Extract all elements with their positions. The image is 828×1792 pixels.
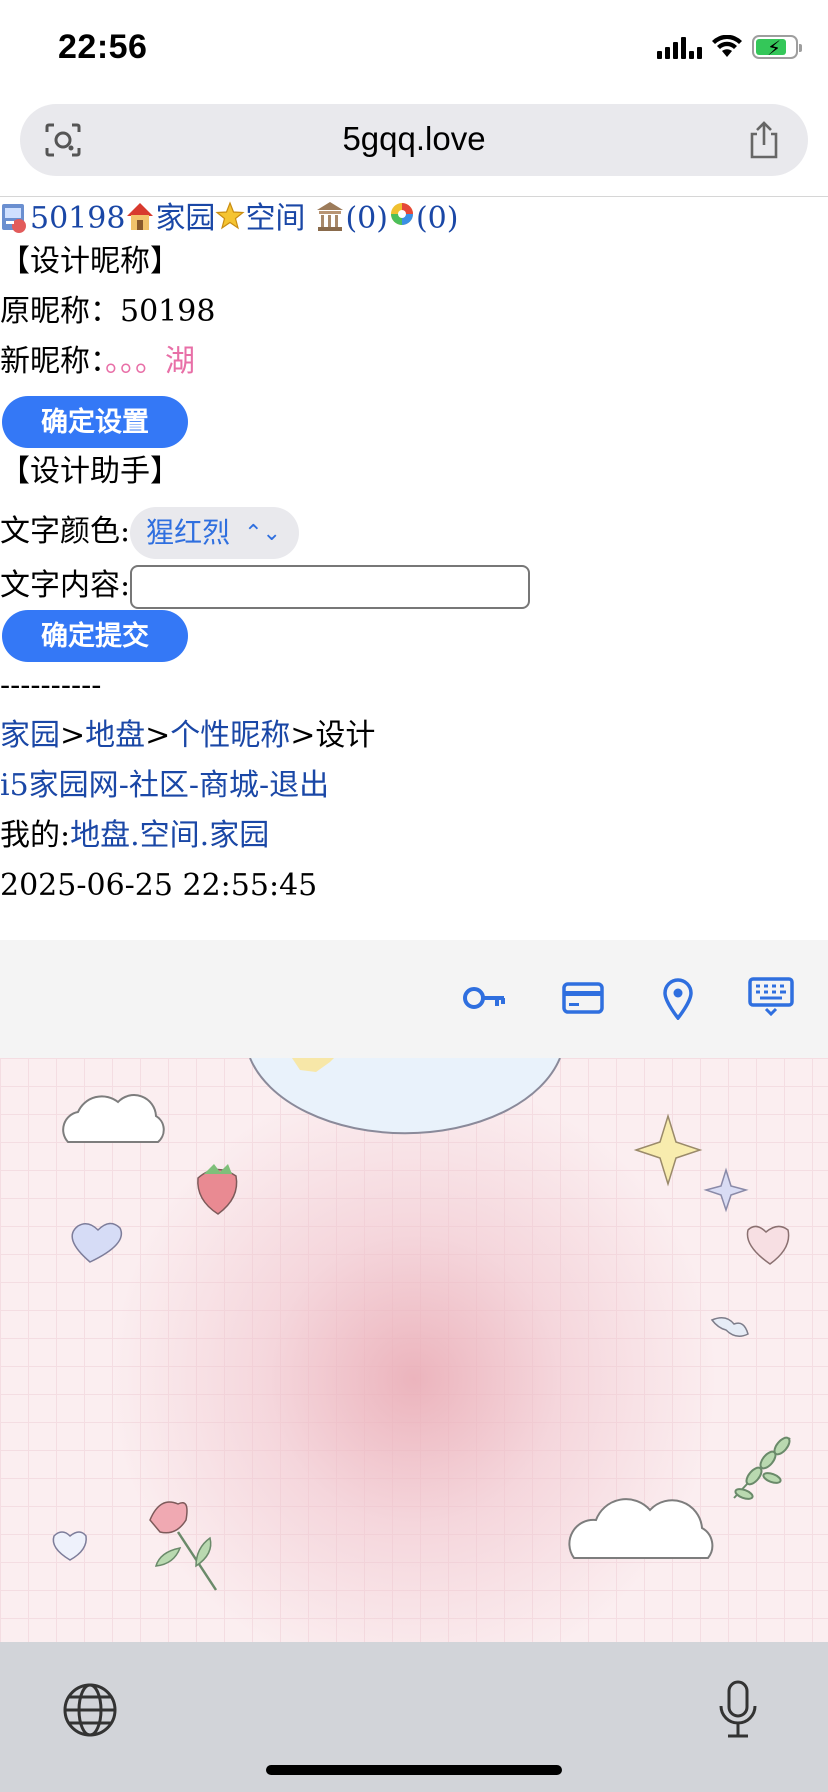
timestamp: 2025-06-25 22:55:45	[0, 868, 318, 903]
breadcrumb-current: 设计	[315, 718, 376, 753]
divider-text: ----------	[0, 668, 102, 703]
my-space-link[interactable]: 空间	[140, 818, 200, 853]
text-content-row: 文字内容:	[0, 560, 531, 612]
breadcrumb-home[interactable]: 家园	[0, 718, 60, 753]
site-home-link[interactable]: i5家园网	[0, 768, 119, 803]
select-chevron-icon: ⌃⌄	[244, 520, 281, 545]
top-nav: 50198 家园 空间 (0) (0)	[0, 198, 458, 240]
logout-link[interactable]: 退出	[269, 768, 329, 803]
nickname-section-title: 【设计昵称】	[0, 244, 180, 279]
share-icon[interactable]	[746, 120, 782, 160]
my-territory-link[interactable]: 地盘	[70, 818, 130, 853]
location-pin-icon[interactable]	[662, 978, 694, 1020]
text-color-row: 文字颜色: 猩红烈 ⌃⌄	[0, 504, 299, 560]
original-nickname-value: 50198	[120, 294, 216, 329]
leaf-branch-icon	[733, 1436, 791, 1500]
new-nickname-preview: 。。。湖	[105, 344, 195, 379]
text-content-input[interactable]	[130, 565, 531, 609]
my-links: 我的:地盘.空间.家园	[0, 818, 270, 853]
battery-icon: ⚡	[752, 35, 802, 60]
breadcrumb: 家园>地盘>个性昵称>设计	[0, 718, 376, 753]
keyboard-accessory-bar	[0, 940, 828, 1058]
key-icon[interactable]	[462, 978, 508, 1018]
status-bar: 22:56 ⚡	[0, 0, 828, 96]
text-color-label: 文字颜色:	[0, 514, 131, 549]
breadcrumb-territory[interactable]: 地盘	[85, 718, 145, 753]
wifi-icon	[712, 35, 742, 57]
user-card-icon	[2, 204, 26, 233]
url-text[interactable]: 5gqq.love	[20, 120, 808, 158]
bank-building-icon	[317, 202, 344, 231]
status-time: 22:56	[58, 28, 148, 66]
mall-link[interactable]: 商城	[199, 768, 259, 803]
text-content-label: 文字内容:	[0, 568, 131, 603]
breadcrumb-custom-nickname[interactable]: 个性昵称	[170, 718, 290, 753]
pinwheel-icon	[390, 203, 413, 225]
confirm-submit-button[interactable]: 确定提交	[2, 610, 188, 662]
confirm-settings-button[interactable]: 确定设置	[2, 396, 188, 448]
home-link[interactable]: 家园	[155, 201, 215, 236]
bird-icon	[710, 1317, 749, 1337]
my-label: 我的:	[0, 818, 71, 853]
bank-count-link[interactable]: (0)	[345, 201, 388, 236]
original-nickname-row: 原昵称：50198	[0, 294, 215, 330]
tulip-icon	[149, 1501, 218, 1591]
assistant-section-title: 【设计助手】	[0, 454, 180, 489]
credit-card-icon[interactable]	[562, 978, 604, 1018]
cloud-icon	[62, 1094, 714, 1559]
space-link[interactable]: 空间	[245, 201, 305, 236]
wallpaper-art	[52, 1058, 791, 1591]
new-nickname-label: 新昵称：	[0, 344, 105, 379]
home-indicator	[266, 1765, 562, 1775]
user-id-link[interactable]: 50198	[30, 201, 125, 236]
globe-icon[interactable]	[62, 1682, 118, 1738]
original-nickname-label: 原昵称：	[0, 294, 120, 329]
microphone-icon[interactable]	[716, 1678, 760, 1740]
text-color-selected: 猩红烈	[146, 517, 231, 548]
sparkle-icon	[633, 1113, 749, 1213]
keyboard-icon[interactable]	[748, 976, 794, 1016]
message-count-link[interactable]: (0)	[416, 201, 459, 236]
new-nickname-row: 新昵称：。。。湖	[0, 344, 195, 380]
text-color-select[interactable]: 猩红烈 ⌃⌄	[130, 507, 299, 559]
house-icon	[127, 203, 154, 230]
star-icon	[215, 201, 246, 230]
status-icons: ⚡	[657, 32, 802, 62]
keyboard-wallpaper	[0, 1058, 828, 1642]
address-bar[interactable]: 5gqq.love	[20, 104, 808, 176]
cellular-signal-icon	[657, 35, 702, 59]
site-links: i5家园网-社区-商城-退出	[0, 768, 330, 803]
community-link[interactable]: 社区	[129, 768, 189, 803]
my-home-link[interactable]: 家园	[209, 818, 269, 853]
strawberry-icon	[197, 1164, 238, 1215]
toolbar-divider	[0, 196, 828, 197]
